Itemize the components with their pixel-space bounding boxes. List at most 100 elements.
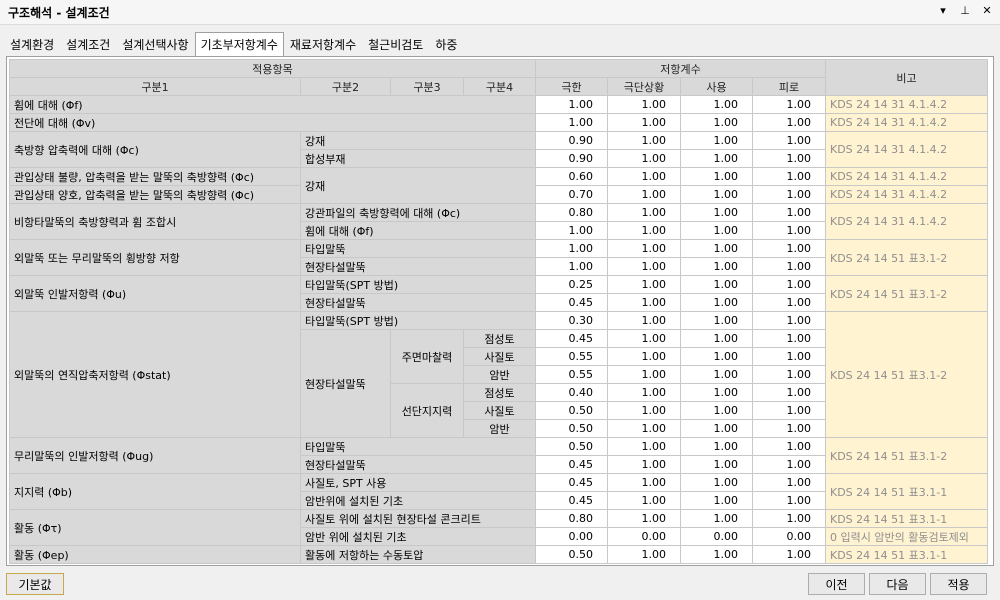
value-cell[interactable]: 0.00 (535, 527, 608, 546)
value-cell[interactable]: 1.00 (607, 167, 681, 186)
tab-design-options[interactable]: 설계선택사항 (116, 33, 194, 56)
value-cell[interactable]: 1.00 (680, 347, 753, 366)
value-cell[interactable]: 0.50 (535, 419, 608, 438)
reset-default-button[interactable]: 기본값 (6, 573, 64, 595)
value-cell[interactable]: 0.60 (535, 167, 608, 186)
value-cell[interactable]: 1.00 (607, 221, 681, 240)
value-cell[interactable]: 1.00 (752, 221, 826, 240)
value-cell[interactable]: 1.00 (752, 95, 826, 114)
value-cell[interactable]: 0.50 (535, 437, 608, 456)
prev-button[interactable]: 이전 (808, 573, 865, 595)
value-cell[interactable]: 1.00 (680, 275, 753, 294)
value-cell[interactable]: 1.00 (752, 293, 826, 312)
value-cell[interactable]: 1.00 (680, 221, 753, 240)
value-cell[interactable]: 1.00 (680, 437, 753, 456)
value-cell[interactable]: 1.00 (752, 167, 826, 186)
value-cell[interactable]: 1.00 (752, 239, 826, 258)
value-cell[interactable]: 1.00 (680, 491, 753, 510)
value-cell[interactable]: 1.00 (680, 455, 753, 474)
value-cell[interactable]: 0.00 (607, 527, 681, 546)
value-cell[interactable]: 1.00 (752, 257, 826, 276)
close-icon[interactable]: ✕ (980, 4, 994, 17)
value-cell[interactable]: 1.00 (607, 95, 681, 114)
value-cell[interactable]: 1.00 (680, 473, 753, 492)
value-cell[interactable]: 1.00 (752, 347, 826, 366)
value-cell[interactable]: 0.80 (535, 203, 608, 222)
value-cell[interactable]: 1.00 (752, 473, 826, 492)
value-cell[interactable]: 1.00 (752, 437, 826, 456)
value-cell[interactable]: 1.00 (752, 419, 826, 438)
value-cell[interactable]: 1.00 (752, 383, 826, 402)
value-cell[interactable]: 0.55 (535, 347, 608, 366)
value-cell[interactable]: 1.00 (752, 509, 826, 528)
value-cell[interactable]: 1.00 (680, 257, 753, 276)
value-cell[interactable]: 1.00 (752, 365, 826, 384)
value-cell[interactable]: 1.00 (607, 401, 681, 420)
value-cell[interactable]: 1.00 (752, 131, 826, 150)
value-cell[interactable]: 1.00 (680, 113, 753, 132)
pin-icon[interactable]: ⊥ (958, 4, 972, 17)
value-cell[interactable]: 1.00 (607, 509, 681, 528)
apply-button[interactable]: 적용 (930, 573, 987, 595)
value-cell[interactable]: 1.00 (607, 383, 681, 402)
value-cell[interactable]: 1.00 (680, 203, 753, 222)
tab-material-resistance-factors[interactable]: 재료저항계수 (284, 33, 362, 56)
value-cell[interactable]: 1.00 (752, 185, 826, 204)
value-cell[interactable]: 1.00 (680, 383, 753, 402)
value-cell[interactable]: 1.00 (752, 545, 826, 564)
value-cell[interactable]: 1.00 (752, 275, 826, 294)
value-cell[interactable]: 1.00 (680, 167, 753, 186)
value-cell[interactable]: 0.80 (535, 509, 608, 528)
value-cell[interactable]: 0.25 (535, 275, 608, 294)
value-cell[interactable]: 0.45 (535, 293, 608, 312)
value-cell[interactable]: 0.90 (535, 149, 608, 168)
value-cell[interactable]: 1.00 (607, 185, 681, 204)
value-cell[interactable]: 0.45 (535, 491, 608, 510)
value-cell[interactable]: 0.45 (535, 455, 608, 474)
value-cell[interactable]: 1.00 (607, 473, 681, 492)
value-cell[interactable]: 1.00 (680, 311, 753, 330)
value-cell[interactable]: 1.00 (752, 311, 826, 330)
value-cell[interactable]: 0.00 (680, 527, 753, 546)
value-cell[interactable]: 1.00 (607, 275, 681, 294)
value-cell[interactable]: 1.00 (607, 419, 681, 438)
value-cell[interactable]: 1.00 (752, 455, 826, 474)
value-cell[interactable]: 1.00 (607, 311, 681, 330)
value-cell[interactable]: 1.00 (607, 329, 681, 348)
value-cell[interactable]: 1.00 (680, 329, 753, 348)
value-cell[interactable]: 1.00 (607, 365, 681, 384)
value-cell[interactable]: 1.00 (680, 545, 753, 564)
value-cell[interactable]: 1.00 (607, 293, 681, 312)
value-cell[interactable]: 1.00 (607, 347, 681, 366)
value-cell[interactable]: 1.00 (752, 491, 826, 510)
value-cell[interactable]: 1.00 (752, 329, 826, 348)
value-cell[interactable]: 1.00 (680, 419, 753, 438)
tab-design-conditions[interactable]: 설계조건 (60, 33, 116, 56)
next-button[interactable]: 다음 (869, 573, 926, 595)
value-cell[interactable]: 1.00 (607, 149, 681, 168)
value-cell[interactable]: 1.00 (607, 131, 681, 150)
value-cell[interactable]: 1.00 (607, 437, 681, 456)
value-cell[interactable]: 0.50 (535, 401, 608, 420)
value-cell[interactable]: 0.55 (535, 365, 608, 384)
value-cell[interactable]: 1.00 (607, 203, 681, 222)
value-cell[interactable]: 1.00 (752, 203, 826, 222)
value-cell[interactable]: 0.70 (535, 185, 608, 204)
tab-design-environment[interactable]: 설계환경 (4, 33, 60, 56)
value-cell[interactable]: 1.00 (607, 239, 681, 258)
value-cell[interactable]: 1.00 (607, 491, 681, 510)
value-cell[interactable]: 1.00 (752, 401, 826, 420)
tab-foundation-resistance-factors[interactable]: 기초부저항계수 (194, 32, 284, 57)
value-cell[interactable]: 1.00 (680, 365, 753, 384)
value-cell[interactable]: 1.00 (752, 149, 826, 168)
value-cell[interactable]: 1.00 (535, 239, 608, 258)
value-cell[interactable]: 1.00 (680, 131, 753, 150)
tab-rebar-ratio-check[interactable]: 철근비검토 (362, 33, 429, 56)
value-cell[interactable]: 1.00 (535, 113, 608, 132)
value-cell[interactable]: 0.45 (535, 329, 608, 348)
value-cell[interactable]: 0.50 (535, 545, 608, 564)
value-cell[interactable]: 0.45 (535, 473, 608, 492)
value-cell[interactable]: 1.00 (607, 455, 681, 474)
value-cell[interactable]: 1.00 (607, 113, 681, 132)
value-cell[interactable]: 1.00 (680, 509, 753, 528)
